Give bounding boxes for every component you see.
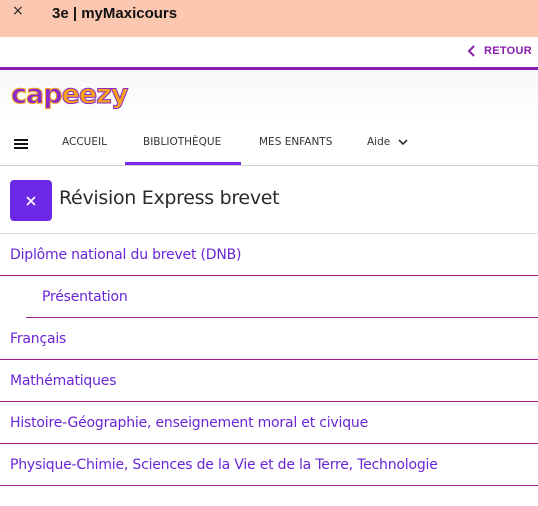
chevron-down-icon (398, 138, 408, 145)
list-item-mathematiques[interactable]: Mathématiques (0, 360, 538, 402)
section-header: Révision Express brevet (0, 166, 538, 234)
hamburger-menu-icon[interactable] (14, 139, 28, 149)
nav-bibliotheque[interactable]: BIBLIOTHÈQUE (143, 136, 221, 148)
capeezy-logo[interactable]: capeezy (11, 78, 130, 112)
back-row: RETOUR (0, 37, 538, 67)
chevron-left-icon (467, 45, 475, 57)
nav-aide-label: Aide (367, 136, 391, 148)
close-icon[interactable]: × (12, 4, 24, 18)
active-tab-indicator (125, 162, 241, 165)
main-nav: ACCUEIL BIBLIOTHÈQUE MES ENFANTS Aide (0, 122, 538, 166)
list-item-francais[interactable]: Français (0, 318, 538, 360)
list-item-dnb[interactable]: Diplôme national du brevet (DNB) (0, 234, 538, 276)
close-section-button[interactable] (10, 180, 52, 221)
back-button[interactable]: RETOUR (467, 45, 532, 57)
app-header-bar: × 3e | myMaxicours (0, 0, 538, 37)
close-icon (26, 195, 36, 206)
logo-part-cap: cap (11, 79, 64, 111)
logo-part-eezy: eezy (61, 79, 129, 111)
list-item-physique-chimie[interactable]: Physique-Chimie, Sciences de la Vie et d… (0, 444, 538, 486)
logo-bar: capeezy (0, 70, 538, 122)
list-item-presentation[interactable]: Présentation (26, 276, 538, 318)
list-item-histoire-geographie[interactable]: Histoire-Géographie, enseignement moral … (0, 402, 538, 444)
nav-aide[interactable]: Aide (367, 136, 408, 148)
nav-accueil[interactable]: ACCUEIL (62, 136, 107, 148)
app-title: 3e | myMaxicours (52, 5, 178, 22)
back-label: RETOUR (483, 45, 532, 57)
nav-mes-enfants[interactable]: MES ENFANTS (259, 136, 332, 148)
section-title: Révision Express brevet (59, 187, 280, 209)
